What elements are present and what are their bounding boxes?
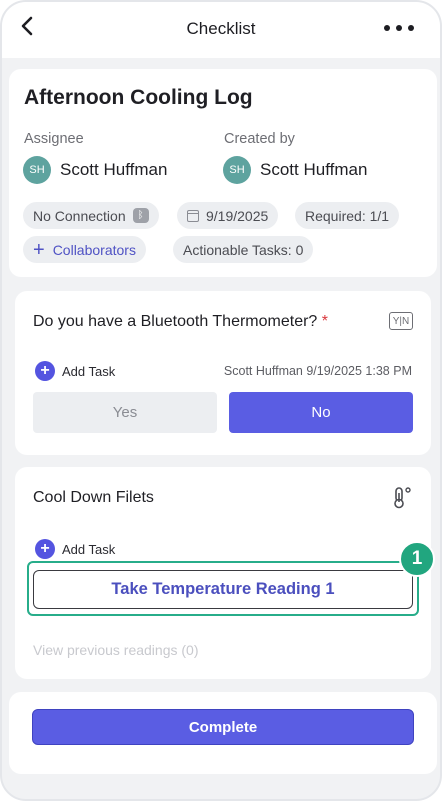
complete-button[interactable]: Complete — [32, 709, 414, 745]
app-frame: Checklist Afternoon Cooling Log Assignee… — [0, 0, 442, 801]
take-temperature-reading-button[interactable]: Take Temperature Reading 1 — [33, 570, 413, 609]
thermometer-icon — [393, 487, 413, 509]
required-count: Required: 1/1 — [305, 207, 390, 224]
step-number-badge: 1 — [399, 541, 435, 577]
ellipsis-dot-icon — [384, 25, 390, 31]
log-title: Afternoon Cooling Log — [24, 86, 253, 109]
answer-meta: Scott Huffman 9/19/2025 1:38 PM — [223, 364, 412, 378]
question-text: Do you have a Bluetooth Thermometer? * — [33, 313, 328, 331]
creator-name: Scott Huffman — [260, 160, 368, 179]
required-chip: Required: 1/1 — [295, 202, 400, 229]
date-value: 9/19/2025 — [206, 207, 269, 224]
required-marker: * — [321, 313, 328, 330]
ellipsis-dot-icon — [396, 25, 402, 31]
calendar-icon — [187, 209, 199, 222]
more-options-button[interactable] — [384, 24, 414, 32]
task-name: Cool Down Filets — [33, 489, 154, 506]
date-chip: 9/19/2025 — [177, 202, 279, 229]
question-card: Do you have a Bluetooth Thermometer? * Y… — [15, 291, 431, 455]
collaborators-label: Collaborators — [52, 241, 136, 258]
log-info-card: Afternoon Cooling Log Assignee Created b… — [9, 69, 437, 277]
temperature-task-card: Cool Down Filets + Add Task Take Tempera… — [15, 467, 431, 679]
ellipsis-dot-icon — [408, 25, 414, 31]
created-by-label: Created by — [224, 131, 295, 147]
creator: SH Scott Huffman — [223, 155, 367, 185]
actionable-tasks-count: Actionable Tasks: 0 — [183, 241, 304, 258]
avatar: SH — [223, 156, 251, 184]
collaborators-button[interactable]: + Collaborators — [23, 236, 146, 263]
connection-chip: No Connection ᛒ — [23, 202, 159, 229]
no-button[interactable]: No — [229, 392, 413, 433]
assignee: SH Scott Huffman — [23, 155, 167, 185]
question-label: Do you have a Bluetooth Thermometer? — [33, 313, 318, 330]
top-bar: Checklist — [2, 2, 440, 58]
assignee-name: Scott Huffman — [60, 160, 168, 179]
add-task-label: Add Task — [62, 363, 116, 379]
plus-circle-icon: + — [35, 361, 55, 381]
footer-card: Complete — [9, 692, 437, 774]
plus-circle-icon: + — [35, 539, 55, 559]
actionable-tasks-chip: Actionable Tasks: 0 — [173, 236, 314, 263]
add-task-button[interactable]: + Add Task — [35, 361, 115, 381]
avatar: SH — [23, 156, 51, 184]
add-task-label: Add Task — [62, 541, 116, 557]
add-task-button[interactable]: + Add Task — [35, 539, 115, 559]
assignee-label: Assignee — [24, 131, 84, 147]
view-previous-readings-link[interactable]: View previous readings (0) — [33, 642, 199, 658]
page-title: Checklist — [186, 19, 256, 38]
connection-status: No Connection — [33, 207, 126, 224]
yes-no-type-icon: Y|N — [389, 312, 413, 330]
yes-button[interactable]: Yes — [33, 392, 217, 433]
bluetooth-icon: ᛒ — [132, 208, 149, 223]
plus-icon: + — [33, 238, 45, 261]
